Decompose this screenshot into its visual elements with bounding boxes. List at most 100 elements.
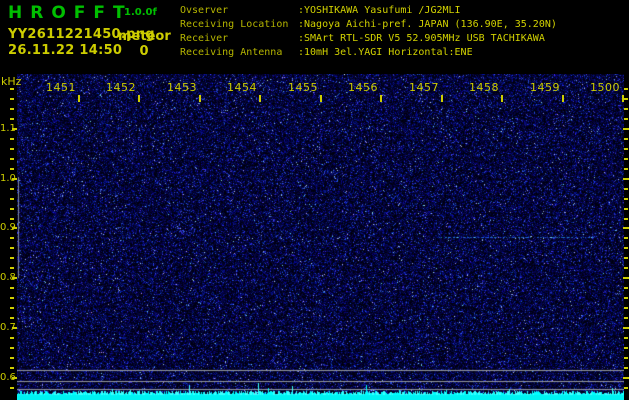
freq-tick-mark <box>10 138 14 140</box>
freq-tick-mark <box>10 198 14 200</box>
freq-tick-mark-right <box>624 208 628 210</box>
freq-tick-mark <box>10 297 14 299</box>
time-tick-mark <box>501 95 503 102</box>
freq-tick-mark <box>10 367 14 369</box>
freq-tick-mark <box>10 118 14 120</box>
freq-tick-mark-right <box>624 387 628 389</box>
time-tick-label: 1451 <box>46 81 76 94</box>
freq-tick-mark-right <box>623 227 629 229</box>
station-info-row: Receiving Location :Nagoya Aichi-pref. JA… <box>180 18 557 32</box>
freq-tick-mark-right <box>624 337 628 339</box>
time-tick-mark <box>199 95 201 102</box>
freq-tick-label: 0.7 <box>0 322 16 333</box>
time-tick-label: 1500 <box>590 81 620 94</box>
freq-tick-mark <box>10 387 14 389</box>
time-tick-mark <box>562 95 564 102</box>
app-version: 1.0.0f <box>124 7 157 18</box>
freq-tick-mark-right <box>624 317 628 319</box>
freq-tick-label: 0.6 <box>0 372 16 383</box>
freq-tick-mark <box>12 377 17 379</box>
timestamp: 26.11.22 14:50 <box>8 43 123 58</box>
time-tick-mark <box>138 95 140 102</box>
station-info-value: :SMArt RTL-SDR V5 52.905MHz USB TACHIKAW… <box>298 33 545 44</box>
freq-tick-mark <box>10 148 14 150</box>
freq-tick-mark-right <box>623 178 629 180</box>
freq-tick-mark-right <box>624 297 628 299</box>
freq-tick-mark-right <box>624 247 628 249</box>
freq-tick-label: 1.1 <box>0 123 16 134</box>
freq-tick-mark <box>10 168 14 170</box>
time-tick-label: 1452 <box>106 81 136 94</box>
freq-tick-mark <box>10 357 14 359</box>
freq-tick-mark-right <box>624 218 628 220</box>
time-tick-mark <box>78 95 80 102</box>
freq-tick-mark <box>12 128 17 130</box>
station-info-row: Receiver :SMArt RTL-SDR V5 52.905MHz USB … <box>180 32 557 46</box>
freq-tick-label: 1.0 <box>0 173 16 184</box>
station-info-label: Receiving Location <box>180 19 289 30</box>
freq-tick-mark-right <box>624 257 628 259</box>
freq-tick-mark <box>10 317 14 319</box>
time-tick-mark <box>259 95 261 102</box>
freq-tick-mark-right <box>624 287 628 289</box>
freq-tick-mark <box>10 237 14 239</box>
freq-tick-mark <box>10 307 14 309</box>
freq-tick-mark-right <box>624 198 628 200</box>
freq-tick-mark <box>12 178 17 180</box>
station-info-label: Ovserver <box>180 5 229 16</box>
freq-tick-mark-right <box>624 118 628 120</box>
freq-tick-mark <box>10 347 14 349</box>
mode-label: meteor <box>118 29 171 44</box>
freq-axis-unit-label: kHz <box>1 75 22 88</box>
freq-tick-mark-right <box>624 148 628 150</box>
time-tick-mark <box>441 95 443 102</box>
station-info-value: :Nagoya Aichi-pref. JAPAN (136.90E, 35.2… <box>298 19 557 30</box>
station-info-block: Ovserver :YOSHIKAWA Yasufumi /JG2MLI Recei… <box>180 4 557 60</box>
freq-tick-mark-right <box>624 237 628 239</box>
hrofft-output-window: HROFFT 1.0.0f YY2611221450.png meteor 26… <box>0 0 629 400</box>
freq-tick-mark <box>10 337 14 339</box>
freq-tick-mark <box>10 267 14 269</box>
freq-tick-label: 0.9 <box>0 222 16 233</box>
meteor-count: 0 <box>139 44 149 59</box>
freq-tick-mark-right <box>624 138 628 140</box>
time-tick-label: 1458 <box>469 81 499 94</box>
station-info-value: :YOSHIKAWA Yasufumi /JG2MLI <box>298 5 461 16</box>
station-info-row: Ovserver :YOSHIKAWA Yasufumi /JG2MLI <box>180 4 557 18</box>
freq-tick-mark-right <box>624 367 628 369</box>
freq-tick-mark <box>10 88 14 90</box>
freq-tick-mark-right <box>623 377 629 379</box>
spectrogram-canvas <box>17 74 624 400</box>
station-info-row: Receiving Antenna :10mH 3el.YAGI Horizont… <box>180 46 557 60</box>
freq-tick-mark <box>12 227 17 229</box>
freq-tick-mark <box>12 327 17 329</box>
freq-tick-mark <box>10 108 14 110</box>
time-tick-label: 1459 <box>530 81 560 94</box>
freq-tick-mark-right <box>623 128 629 130</box>
freq-tick-mark <box>10 257 14 259</box>
freq-tick-mark-right <box>624 267 628 269</box>
time-tick-label: 1455 <box>288 81 318 94</box>
freq-tick-mark <box>10 218 14 220</box>
freq-tick-mark-right <box>624 347 628 349</box>
freq-tick-mark-right <box>623 327 629 329</box>
time-tick-label: 1454 <box>227 81 257 94</box>
freq-tick-mark-right <box>624 357 628 359</box>
freq-tick-mark-right <box>624 168 628 170</box>
freq-tick-mark-right <box>624 108 628 110</box>
freq-tick-mark-right <box>623 277 629 279</box>
station-info-label: Receiver <box>180 33 229 44</box>
freq-tick-mark <box>10 247 14 249</box>
app-title: HROFFT <box>8 3 133 23</box>
freq-tick-mark <box>10 158 14 160</box>
freq-tick-mark <box>10 208 14 210</box>
freq-tick-mark <box>10 98 14 100</box>
freq-tick-mark-right <box>624 188 628 190</box>
station-info-value: :10mH 3el.YAGI Horizontal:ENE <box>298 47 473 58</box>
time-tick-mark <box>380 95 382 102</box>
time-tick-label: 1457 <box>409 81 439 94</box>
freq-tick-label: 0.8 <box>0 272 16 283</box>
freq-tick-mark-right <box>624 88 628 90</box>
freq-tick-mark <box>10 188 14 190</box>
station-info-label: Receiving Antenna <box>180 47 283 58</box>
